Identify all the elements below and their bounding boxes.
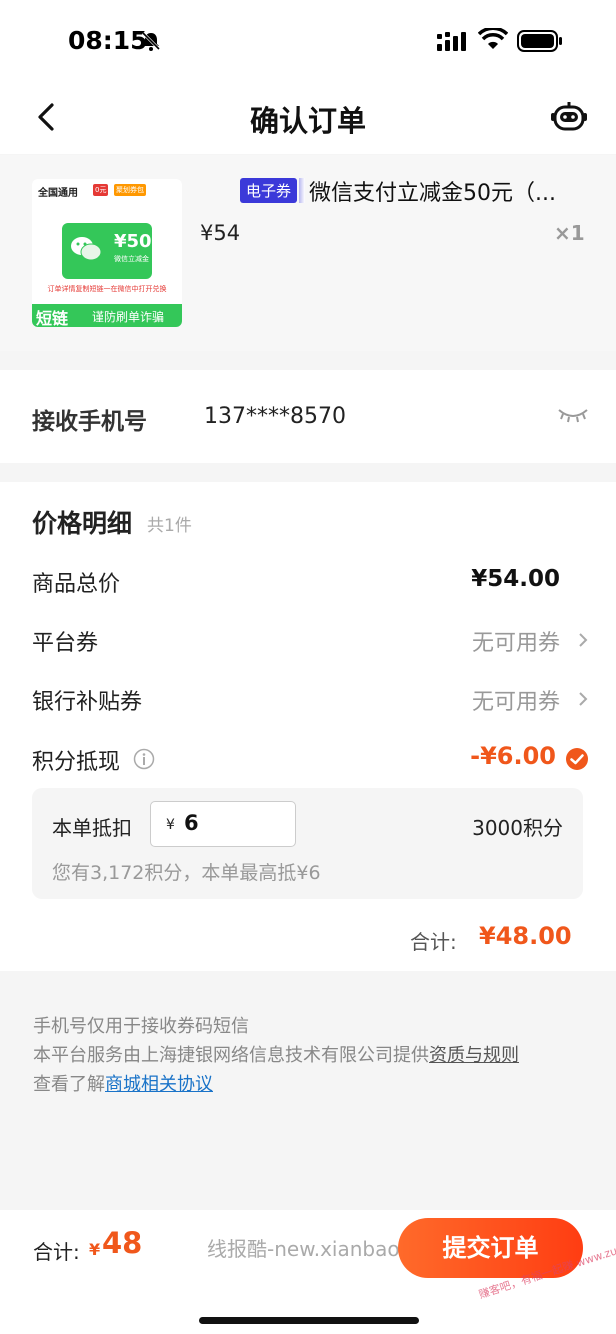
row-label-points: 积分抵现: [32, 750, 121, 775]
notes: 手机号仅用于接收券码短信 本平台服务由上海捷银网络信息技术有限公司提供资质与规则…: [33, 1012, 519, 1099]
thumb-badge: 0元: [93, 184, 109, 196]
row-value-bank-coupon[interactable]: 无可用券: [472, 684, 560, 716]
nav-bar: 确认订单: [0, 84, 616, 154]
deduct-amount-input[interactable]: ¥ 6: [150, 801, 296, 847]
info-icon[interactable]: [133, 748, 155, 770]
eye-closed-icon[interactable]: [556, 406, 590, 426]
thumb-short-link: 短链: [36, 309, 69, 327]
total-label: 合计:: [33, 1240, 80, 1264]
page-title: 确认订单: [249, 104, 366, 138]
phone-label: 接收手机号: [32, 409, 147, 435]
checkmark-circle-icon[interactable]: [565, 747, 589, 771]
status-bar: 08:15: [0, 0, 616, 84]
thumb-footer: 短链 谨防刷单诈骗: [32, 304, 182, 327]
chevron-right-icon[interactable]: [576, 690, 590, 708]
note-line: 手机号仅用于接收券码短信: [33, 1016, 249, 1037]
thumb-label: 微信立减金: [114, 255, 149, 263]
battery-icon: [517, 30, 562, 52]
thumb-title: 全国通用: [38, 188, 78, 199]
row-label-bank-coupon[interactable]: 银行补贴券: [32, 684, 142, 716]
agreement-link[interactable]: 商城相关协议: [105, 1074, 213, 1095]
row-value-points: -¥6.00: [470, 742, 556, 770]
wifi-icon: [478, 28, 508, 49]
signal-icon: [437, 32, 466, 51]
product-quantity: ×1: [554, 221, 585, 245]
product-card[interactable]: 全国通用 0元 聚划券包 ¥50 微信立减金 订单详情复制短链一在微信中打开兑换…: [0, 155, 616, 351]
deduct-points: 3000积分: [472, 816, 563, 840]
subtotal-value: ¥48.00: [479, 922, 572, 950]
total-amount: 48: [102, 1226, 143, 1260]
status-time: 08:15: [68, 26, 148, 55]
thumb-tip: 订单详情复制短链一在微信中打开兑换: [47, 285, 167, 293]
note-line: 本平台服务由上海捷银网络信息技术有限公司提供资质与规则: [33, 1045, 519, 1066]
product-name: 微信支付立减金50元（...: [309, 181, 556, 206]
qualification-rules-link[interactable]: 资质与规则: [429, 1045, 519, 1066]
phone-number: 137****8570: [204, 404, 346, 429]
row-label-platform-coupon[interactable]: 平台券: [32, 625, 98, 657]
wechat-icon: [71, 237, 102, 261]
points-deduct-box: 本单抵扣 ¥ 6 3000积分 您有3,172积分，本单最高抵¥6: [32, 788, 583, 899]
deduct-label: 本单抵扣: [52, 816, 132, 840]
product-price: ¥54: [200, 221, 241, 245]
subtotal-label: 合计:: [410, 930, 457, 954]
section-title: 价格明细: [32, 509, 133, 538]
deduct-hint: 您有3,172积分，本单最高抵¥6: [52, 862, 321, 884]
phone-card: 接收手机号 137****8570: [0, 370, 616, 463]
price-detail-card: 价格明细 共1件 商品总价 ¥54.00 平台券 无可用券 银行补贴券 无可用券…: [0, 482, 616, 971]
row-value-total: ¥54.00: [471, 566, 560, 592]
thumb-coupon: ¥50 微信立减金: [62, 223, 152, 279]
bell-muted-icon: [141, 31, 161, 51]
product-thumbnail: 全国通用 0元 聚划券包 ¥50 微信立减金 订单详情复制短链一在微信中打开兑换…: [32, 179, 182, 327]
chevron-right-icon[interactable]: [576, 631, 590, 649]
deduct-input-value[interactable]: 6: [184, 811, 199, 835]
thumb-amount: ¥50: [114, 231, 152, 252]
home-indicator[interactable]: [199, 1317, 419, 1324]
item-count: 共1件: [147, 516, 192, 536]
note-line: 查看了解商城相关协议: [33, 1074, 213, 1095]
customer-service-icon[interactable]: [550, 98, 588, 136]
bottom-bar: 合计: ¥ 48 线报酷-new.xianbao.fun 提交订单 赚客吧，有福…: [0, 1210, 616, 1334]
product-tag: 电子券: [240, 178, 306, 203]
thumb-badge: 聚划券包: [114, 184, 146, 196]
thumb-warning: 谨防刷单诈骗: [92, 310, 165, 324]
row-label-total: 商品总价: [32, 572, 121, 597]
total-currency: ¥: [89, 1240, 101, 1259]
yen-prefix: ¥: [166, 817, 175, 833]
row-value-platform-coupon[interactable]: 无可用券: [472, 625, 560, 657]
